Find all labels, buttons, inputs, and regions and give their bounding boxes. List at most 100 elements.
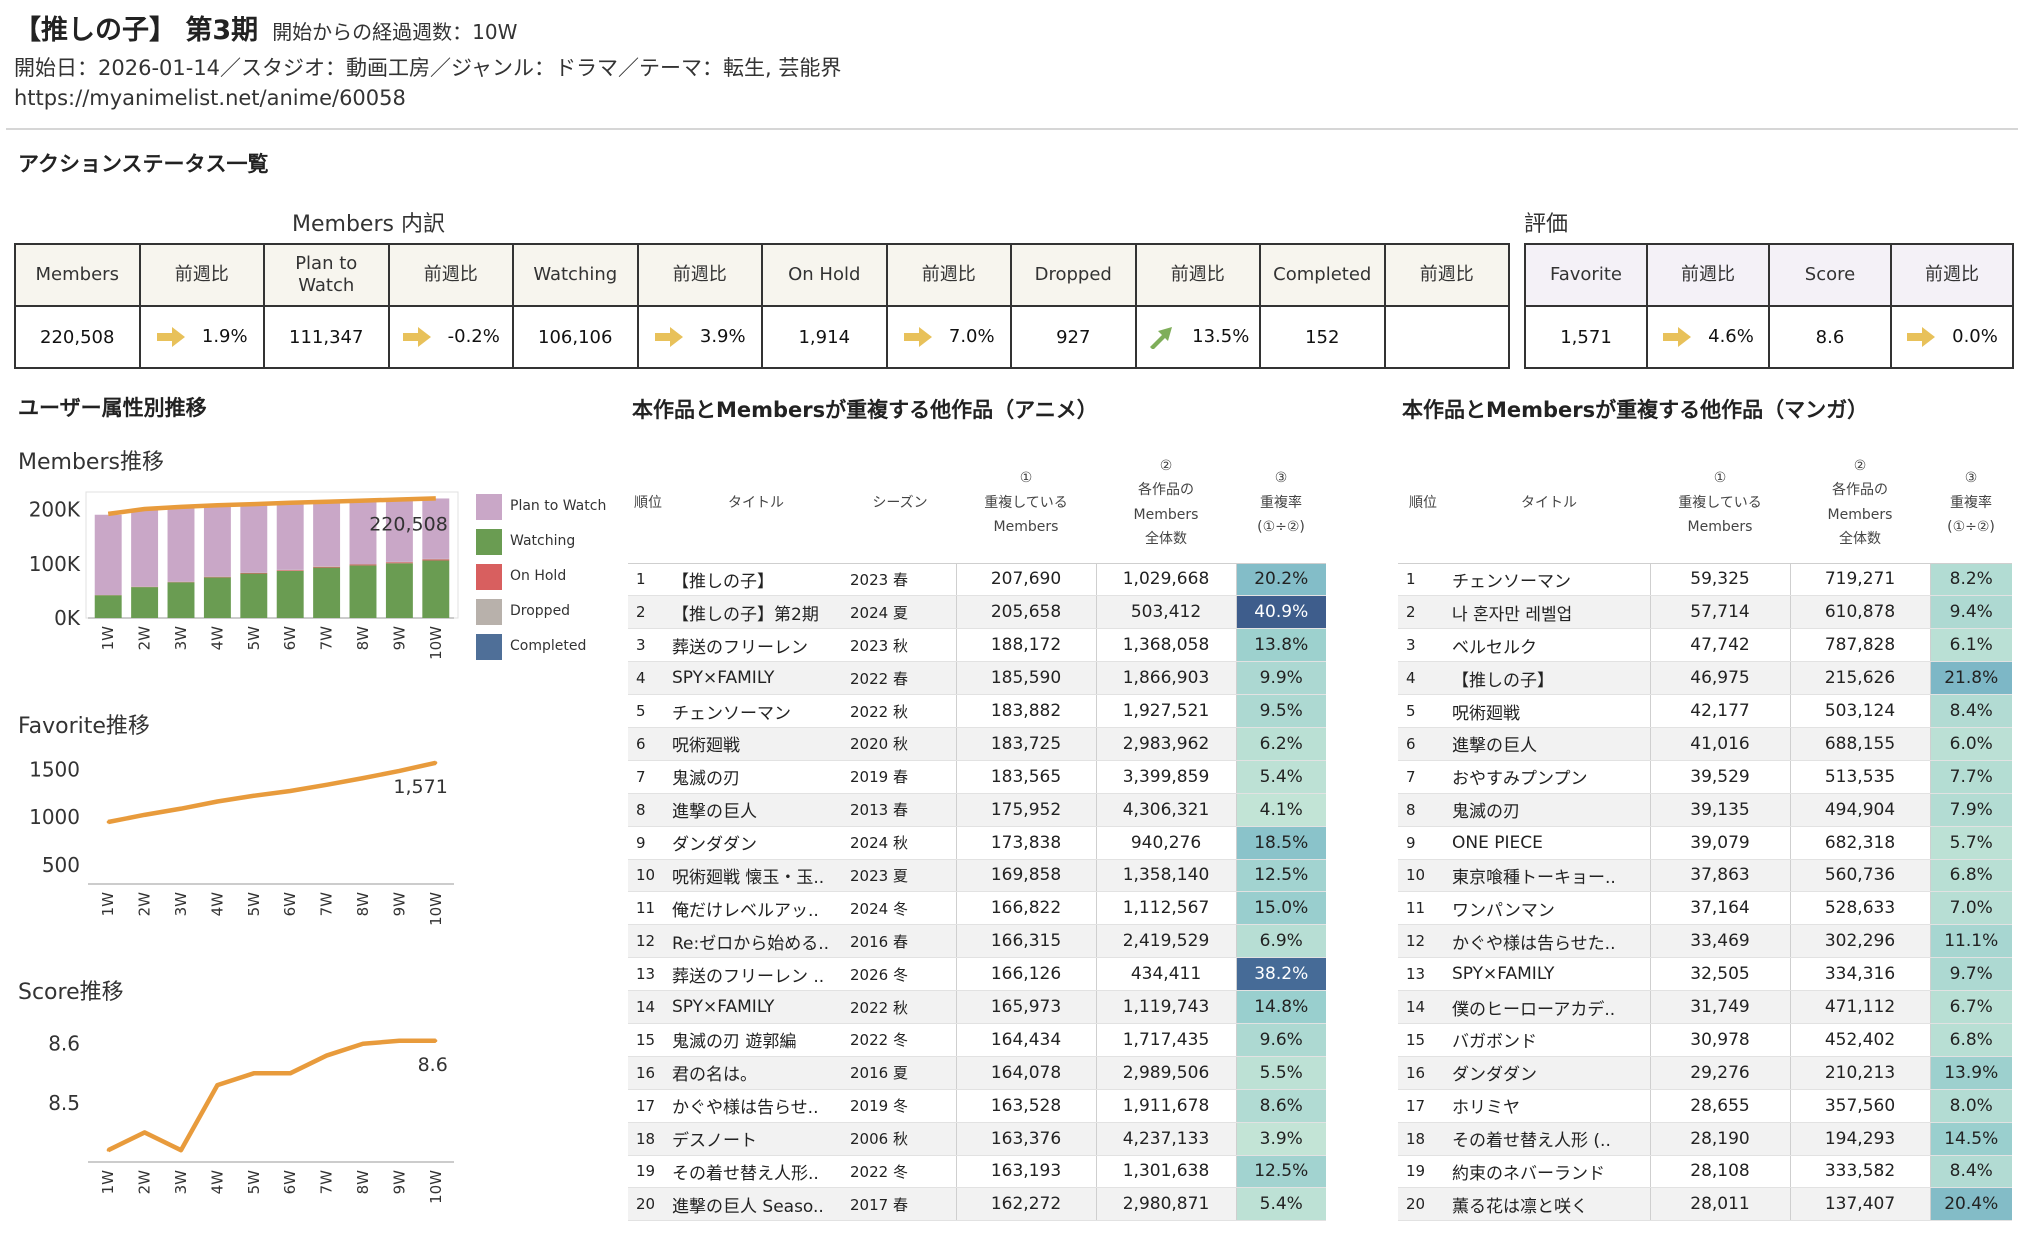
table-row: 5 呪術廻戦 42,177 503,124 8.4% [1398,694,2012,728]
cell-title[interactable]: ベルセルク [1448,628,1650,663]
cell-title[interactable]: 東京喰種トーキョー.. [1448,859,1650,893]
cell-title[interactable]: デスノート [668,1122,844,1156]
cell-rate: 6.8% [1929,1023,2012,1057]
bar-segment [167,582,195,618]
cell-title[interactable]: おやすみプンプン [1448,760,1650,794]
cell-title[interactable]: 나 혼자만 레벨업 [1448,595,1650,630]
cell-total: 357,560 [1789,1089,1930,1123]
anime-overlap-table: 順位 タイトル シーズン ① 重複している Members ② 各作品の Members… [628,443,1326,1222]
cell-total: 137,407 [1789,1187,1930,1222]
members-value-7: 7.0% [885,305,1012,369]
cell-title[interactable]: チェンソーマン [1448,563,1650,597]
cell-total: 210,213 [1789,1056,1930,1090]
anime-url[interactable]: https://myanimelist.net/anime/60058 [14,86,406,110]
cell-season: 2024 夏 [844,595,956,630]
cell-total: 333,582 [1789,1155,1930,1189]
anime-overlap-title: 本作品とMembersが重複する他作品（アニメ） [632,398,1098,422]
cell-title[interactable]: Re:ゼロから始める.. [668,924,844,959]
table-row: 14 僕のヒーローアカデ.. 31,749 471,112 6.7% [1398,990,2012,1024]
cell-total: 1,717,435 [1095,1023,1236,1057]
cell-title[interactable]: ONE PIECE [1448,826,1650,860]
cell-title[interactable]: 【推しの子】 [668,563,844,597]
cell-title[interactable]: 葬送のフリーレン .. [668,957,844,992]
cell-title[interactable]: 鬼滅の刃 遊郭編 [668,1023,844,1057]
cell-title[interactable]: ホリミヤ [1448,1089,1650,1123]
cell-total: 719,271 [1789,563,1930,597]
cell-title[interactable]: 【推しの子】 [1448,661,1650,696]
cell-title[interactable]: SPY×FAMILY [668,990,844,1024]
cell-title[interactable]: その着せ替え人形 (.. [1448,1122,1650,1156]
cell-title[interactable]: SPY×FAMILY [668,661,844,696]
cell-total: 1,112,567 [1095,891,1236,926]
cell-rank: 14 [628,990,668,1024]
cell-total: 503,124 [1789,694,1930,728]
cell-rank: 20 [1398,1187,1448,1222]
members-value-3: -0.2% [387,305,514,369]
data-point [361,1042,365,1046]
table-row: 8 進撃の巨人 2013 春 175,952 4,306,321 4.1% [628,793,1326,827]
cell-rank: 9 [628,826,668,860]
cell-rate: 6.1% [1929,628,2012,663]
cell-rank: 12 [1398,924,1448,959]
bar-segment [422,560,450,618]
rating-header-1: 前週比 [1646,243,1770,307]
cell-title[interactable]: バガボンド [1448,1023,1650,1057]
cell-rank: 16 [628,1056,668,1090]
rating-header-3: 前週比 [1890,243,2014,307]
cell-title[interactable]: 薫る花は凛と咲く [1448,1187,1650,1222]
arrow-right-icon [1907,327,1936,347]
cell-title[interactable]: 進撃の巨人 Seaso.. [668,1187,844,1222]
cell-title[interactable]: 鬼滅の刃 [668,760,844,794]
cell-title[interactable]: 進撃の巨人 [1448,727,1650,761]
cell-title[interactable]: 約束のネバーランド [1448,1155,1650,1189]
x-tick-label: 10W [427,892,445,926]
cell-title[interactable]: 呪術廻戦 [1448,694,1650,728]
cell-title[interactable]: 俺だけレベルアッ.. [668,891,844,926]
cell-title[interactable]: 【推しの子】第2期 [668,595,844,630]
rating-value-text: 1,571 [1560,326,1612,348]
legend-swatch [476,634,502,660]
bar-segment [349,565,377,618]
bar-segment [167,507,195,582]
x-tick-label: 8W [354,626,372,651]
x-tick-label: 1W [99,892,117,917]
members-value-2: 111,347 [263,305,390,369]
data-point [397,769,401,773]
cell-rate: 8.4% [1929,694,2012,728]
last-value-label: 220,508 [369,513,448,535]
cell-title[interactable]: かぐや様は告らせた.. [1448,924,1650,959]
cell-title[interactable]: 呪術廻戦 [668,727,844,761]
cell-overlap: 205,658 [955,595,1096,630]
bar-segment [276,570,304,618]
cell-title[interactable]: SPY×FAMILY [1448,957,1650,992]
cell-title[interactable]: 鬼滅の刃 [1448,793,1650,827]
cell-rank: 5 [628,694,668,728]
cell-title[interactable]: ダンダダン [1448,1056,1650,1090]
cell-title[interactable]: ワンパンマン [1448,891,1650,926]
rating-value-2: 8.6 [1768,305,1892,369]
cell-title[interactable]: チェンソーマン [668,694,844,728]
cell-total: 302,296 [1789,924,1930,959]
data-point [325,783,329,787]
table-row: 4 【推しの子】 46,975 215,626 21.8% [1398,661,2012,696]
cell-rank: 12 [628,924,668,959]
cell-rate: 8.2% [1929,563,2012,597]
data-point [106,1148,110,1152]
cell-rate: 14.8% [1235,990,1326,1024]
cell-season: 2019 春 [844,760,956,794]
cell-title[interactable]: 葬送のフリーレン [668,628,844,663]
x-tick-label: 8W [354,892,372,917]
cell-rate: 6.9% [1235,924,1326,959]
members-value-8: 927 [1010,305,1137,369]
cell-overlap: 28,190 [1649,1122,1790,1156]
cell-title[interactable]: 進撃の巨人 [668,793,844,827]
series-line [107,760,437,825]
cell-title[interactable]: 呪術廻戦 懐玉・玉.. [668,859,844,893]
cell-rate: 6.0% [1929,727,2012,761]
cell-title[interactable]: ダンダダン [668,826,844,860]
table-row: 11 ワンパンマン 37,164 528,633 7.0% [1398,891,2012,926]
cell-title[interactable]: かぐや様は告らせ.. [668,1089,844,1123]
cell-title[interactable]: 僕のヒーローアカデ.. [1448,990,1650,1024]
cell-title[interactable]: その着せ替え人形.. [668,1155,844,1189]
cell-title[interactable]: 君の名は。 [668,1056,844,1090]
